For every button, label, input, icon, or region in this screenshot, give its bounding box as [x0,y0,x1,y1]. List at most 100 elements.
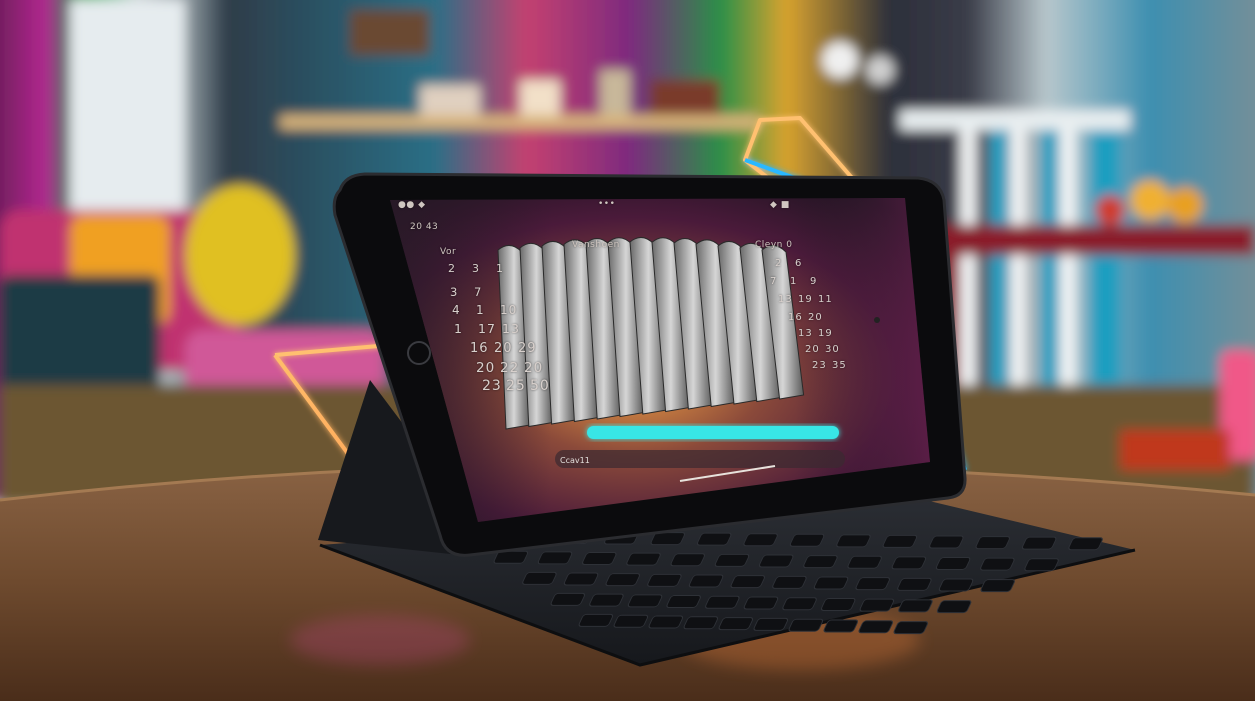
header-right: Cleyn 0 [755,240,793,250]
keyboard-key [743,596,779,610]
status-left: ●● ◆ [398,200,426,210]
keyboard-key [683,616,719,630]
header-center: Vanshoen [572,240,620,250]
keyboard-key [666,595,701,609]
keyboard-key [859,598,895,612]
left-calendar-day: 23 [482,378,502,394]
keyboard-key [582,552,617,566]
keyboard-key [847,555,882,569]
keyboard-key [897,577,932,591]
right-calendar-day: 20 [805,344,820,355]
left-calendar-day: 17 [478,321,496,336]
keyboard-key [980,579,1015,593]
keyboard-key [893,621,929,635]
right-calendar-day: 19 [798,294,813,305]
keyboard-key [670,553,706,567]
right-calendar-day: 9 [810,276,818,287]
keyboard-key [696,532,732,546]
keyboard-key [563,572,599,586]
left-calendar-day: 25 [506,378,526,394]
left-calendar-day: 13 [502,321,520,336]
right-calendar-day: 2 [775,258,783,269]
keyboard-key [753,617,789,631]
left-calendar-day: 3 [472,262,480,275]
right-calendar-day: 13 [798,328,813,339]
keyboard-key [537,551,573,565]
keyboard-key [935,556,971,570]
left-calendar-day: 1 [454,321,463,336]
keyboard-key [718,617,754,631]
keyboard-key [626,552,661,566]
right-calendar-day: 35 [832,360,847,371]
right-calendar-day: 16 [788,312,803,323]
keyboard-key [758,554,794,568]
left-calendar-day: 3 [450,285,459,299]
status-center: ••• [598,199,616,209]
keyboard-key [714,553,750,567]
keyboard-key [589,593,624,607]
keyboard-key [858,620,894,634]
keyboard-key [627,594,663,608]
keyboard-key [788,618,824,632]
keyboard-key [648,615,684,629]
scene-illustration [0,0,1255,701]
keyboard-key [1024,558,1059,572]
left-calendar-day: 20 [524,360,544,376]
left-calendar-day: 1 [496,262,504,275]
weekday-label: Vor [440,247,457,257]
right-calendar-day: 20 [808,312,823,323]
left-calendar-day: 10 [500,303,518,317]
left-calendar-day: 20 [494,341,513,356]
keyboard-key [882,534,918,548]
left-calendar-day: 2 [448,262,456,275]
keyboard-key [891,556,927,570]
left-calendar-day: 7 [474,285,483,299]
keyboard-key [688,574,724,588]
keyboard-key [550,592,586,606]
keyboard-key [1021,536,1057,550]
right-calendar-day: 6 [795,258,803,269]
left-calendar-day: 1 [476,303,485,317]
keyboard-key [980,557,1015,571]
keyboard-key [1068,537,1103,551]
right-calendar-day: 23 [812,360,827,371]
keyboard-key [855,577,890,591]
keyboard-key [820,597,856,611]
header-left: 20 43 [410,222,439,232]
left-calendar-day: 16 [470,341,489,356]
keyboard-key [936,600,972,614]
keyboard-key [522,571,557,585]
keyboard-key [938,578,974,592]
keyboard-key [578,613,614,627]
status-right: ◆ ■ [770,200,790,210]
right-calendar-day: 19 [818,328,833,339]
keyboard-key [803,555,838,569]
keyboard-key [772,575,807,589]
right-calendar-day: 7 [770,276,778,287]
right-calendar-day: 11 [818,294,833,305]
left-calendar-day: 20 [476,360,496,376]
keyboard-key [705,595,740,609]
keyboard-key [929,535,964,549]
keyboard-key [898,599,933,613]
left-calendar-day: 50 [530,378,550,394]
keyboard-key [836,534,871,548]
right-calendar-day: 30 [825,344,840,355]
keyboard-key [813,576,849,590]
keyboard-key [605,573,641,587]
keyboard-key [823,619,859,633]
photo-scene: ●● ◆ ••• ◆ ■ 20 43 Vanshoen Cleyn 0 Vor … [0,0,1255,701]
right-calendar-day: 13 [778,294,793,305]
progress-slider[interactable] [587,426,839,439]
keyboard-key [975,536,1011,550]
slider-label: Ccav11 [560,456,590,465]
curved-slats-graphic [497,237,805,430]
keyboard-key [743,533,778,547]
left-calendar-day: 29 [518,341,537,356]
left-calendar-day: 4 [452,303,461,317]
keyboard-key [730,575,765,589]
keyboard-key [782,597,817,611]
right-calendar-day: 1 [790,276,798,287]
keyboard-key [613,614,649,628]
left-calendar-day: 22 [500,360,520,376]
